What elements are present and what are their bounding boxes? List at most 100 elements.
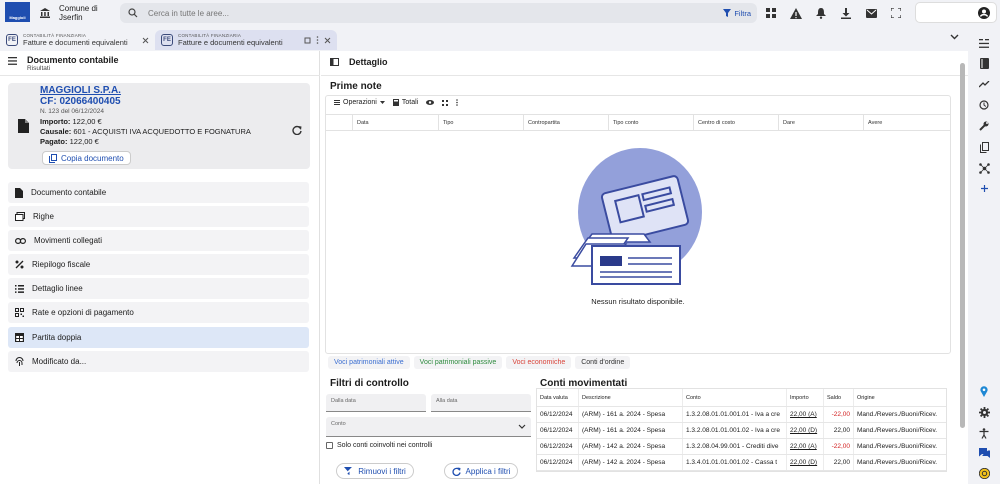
apply-filters-button[interactable]: Applica i filtri bbox=[444, 463, 518, 479]
table-row[interactable]: 06/12/2024 (ARM) - 142 a. 2024 - Spesa 1… bbox=[537, 439, 946, 455]
apps-grid-icon[interactable] bbox=[762, 4, 780, 22]
trending-icon[interactable] bbox=[977, 77, 991, 91]
more-vert-icon[interactable] bbox=[316, 36, 319, 44]
book-icon[interactable] bbox=[977, 56, 991, 70]
nav-partita-doppia[interactable]: Partita doppia bbox=[8, 327, 309, 348]
table-row[interactable]: 06/12/2024 (ARM) - 161 a. 2024 - Spesa 1… bbox=[537, 423, 946, 439]
column-header[interactable]: Saldo bbox=[824, 389, 854, 406]
date-to-field[interactable]: Alla data bbox=[431, 394, 531, 412]
list-icon bbox=[334, 100, 340, 105]
chat-icon[interactable] bbox=[977, 446, 991, 460]
pin-icon[interactable] bbox=[304, 37, 311, 44]
download-icon[interactable] bbox=[837, 4, 855, 22]
cell-amount[interactable]: 22,00 (D) bbox=[787, 455, 824, 470]
operations-menu[interactable]: Operazioni bbox=[334, 99, 385, 106]
search-input[interactable] bbox=[148, 8, 648, 18]
close-icon[interactable] bbox=[324, 37, 331, 44]
column-header[interactable]: Conto bbox=[683, 389, 787, 406]
maggioli-logo[interactable]: Maggioli bbox=[5, 2, 30, 22]
cell-description: (ARM) - 161 a. 2024 - Spesa bbox=[579, 423, 683, 438]
add-icon[interactable] bbox=[977, 181, 991, 195]
settings-icon[interactable] bbox=[977, 405, 991, 419]
density-icon[interactable] bbox=[442, 99, 449, 106]
column-header[interactable]: Descrizione bbox=[579, 389, 683, 406]
filter-button[interactable]: Filtra bbox=[723, 7, 751, 19]
column-header[interactable]: Avere bbox=[864, 115, 950, 131]
table-row[interactable]: 06/12/2024 (ARM) - 142 a. 2024 - Spesa 1… bbox=[537, 455, 946, 471]
nav-rate-pagamento[interactable]: Rate e opzioni di pagamento bbox=[8, 302, 309, 323]
list-settings-icon[interactable] bbox=[977, 36, 991, 50]
filter-icon bbox=[723, 9, 732, 17]
cell-amount[interactable]: 22,00 (A) bbox=[787, 439, 824, 454]
warning-icon[interactable] bbox=[787, 4, 805, 22]
legend-ordine[interactable]: Conti d'ordine bbox=[575, 356, 631, 369]
nav-righe[interactable]: Righe bbox=[8, 206, 309, 227]
column-header[interactable]: Dare bbox=[779, 115, 864, 131]
global-search[interactable]: Filtra bbox=[120, 3, 757, 23]
date-from-field[interactable]: Dalla data bbox=[326, 394, 426, 412]
hierarchy-icon[interactable] bbox=[977, 161, 991, 175]
scrollbar-thumb[interactable] bbox=[960, 63, 965, 428]
column-header[interactable]: Tipo conto bbox=[609, 115, 694, 131]
nav-documento-contabile[interactable]: Documento contabile bbox=[8, 182, 309, 203]
nav-label: Rate e opzioni di pagamento bbox=[32, 308, 134, 317]
column-header[interactable]: Data bbox=[353, 115, 439, 131]
cell-balance: -22,00 bbox=[824, 439, 854, 454]
menu-list-icon[interactable] bbox=[8, 57, 17, 65]
accessibility-icon[interactable] bbox=[977, 426, 991, 440]
prime-note-table: Operazioni Totali Data Tipo Contropartit… bbox=[325, 95, 951, 354]
empty-state-illustration bbox=[566, 146, 706, 290]
location-icon[interactable] bbox=[977, 384, 991, 398]
legend-passive[interactable]: Voci patrimoniali passive bbox=[413, 356, 503, 369]
bell-icon[interactable] bbox=[812, 4, 830, 22]
mail-icon[interactable] bbox=[862, 4, 880, 22]
table-row[interactable]: 06/12/2024 (ARM) - 161 a. 2024 - Spesa 1… bbox=[537, 407, 946, 423]
account-select[interactable]: Conto bbox=[326, 417, 531, 437]
column-header[interactable]: Contropartita bbox=[524, 115, 609, 131]
copy-icon[interactable] bbox=[977, 140, 991, 154]
copy-document-button[interactable]: Copia documento bbox=[42, 151, 131, 165]
nav-label: Documento contabile bbox=[31, 188, 107, 197]
importo-value: 122,00 € bbox=[72, 117, 102, 126]
cell-amount[interactable]: 22,00 (D) bbox=[787, 423, 824, 438]
operations-label: Operazioni bbox=[343, 99, 377, 106]
close-icon[interactable] bbox=[142, 37, 149, 44]
nav-modificato-da[interactable]: Modificato da... bbox=[8, 351, 309, 372]
panel-toggle-icon[interactable] bbox=[330, 58, 339, 66]
nav-movimenti-collegati[interactable]: Movimenti collegati bbox=[8, 230, 309, 251]
nav-riepilogo-fiscale[interactable]: Riepilogo fiscale bbox=[8, 254, 309, 275]
wrench-icon[interactable] bbox=[977, 119, 991, 133]
totals-button[interactable]: Totali bbox=[392, 99, 418, 106]
more-vert-icon[interactable] bbox=[456, 99, 459, 106]
comune-selector[interactable]: Comune di Jserfin bbox=[38, 4, 107, 22]
legend-economiche[interactable]: Voci economiche bbox=[506, 356, 572, 369]
only-checked-checkbox[interactable]: Solo conti coinvolti nei controlli bbox=[326, 442, 432, 449]
accounts-header: Data valuta Descrizione Conto Importo Sa… bbox=[537, 389, 946, 407]
checkbox[interactable] bbox=[326, 442, 333, 449]
remove-filters-button[interactable]: Rimuovi i filtri bbox=[336, 463, 414, 479]
refresh-icon[interactable] bbox=[292, 125, 302, 137]
column-header[interactable]: Data valuta bbox=[537, 389, 579, 406]
nav-label: Movimenti collegati bbox=[34, 236, 103, 245]
eye-icon[interactable] bbox=[426, 100, 435, 105]
column-header[interactable]: Centro di costo bbox=[694, 115, 779, 131]
legend: Voci patrimoniali attive Voci patrimonia… bbox=[328, 356, 631, 369]
help-badge-icon[interactable] bbox=[977, 466, 991, 480]
tab-fatture-1[interactable]: FE CONTABILITÀ FINANZIARIA Fatture e docu… bbox=[0, 30, 155, 50]
fullscreen-icon[interactable] bbox=[887, 4, 905, 22]
cell-origin: Mand./Revers./Buoni/Ricev. bbox=[857, 427, 938, 434]
column-header[interactable]: Importo bbox=[787, 389, 824, 406]
nav-dettaglio-linee[interactable]: Dettaglio linee bbox=[8, 278, 309, 299]
column-header[interactable]: Tipo bbox=[439, 115, 524, 131]
supplier-link[interactable]: MAGGIOLI S.P.A. bbox=[40, 85, 251, 96]
copy-icon bbox=[49, 153, 57, 163]
chevron-down-icon[interactable] bbox=[950, 33, 959, 42]
causale-label: Causale: bbox=[40, 127, 72, 136]
column-header[interactable]: Origine bbox=[854, 389, 946, 406]
tab-fatture-2[interactable]: FE CONTABILITÀ FINANZIARIA Fatture e docu… bbox=[155, 30, 337, 50]
cell-amount[interactable]: 22,00 (A) bbox=[787, 407, 824, 422]
cell-account: 1.3.4.01.01.01.001.02 - Cassa t bbox=[683, 455, 787, 470]
legend-attive[interactable]: Voci patrimoniali attive bbox=[328, 356, 410, 369]
user-menu[interactable] bbox=[915, 2, 997, 23]
history-icon[interactable] bbox=[977, 98, 991, 112]
